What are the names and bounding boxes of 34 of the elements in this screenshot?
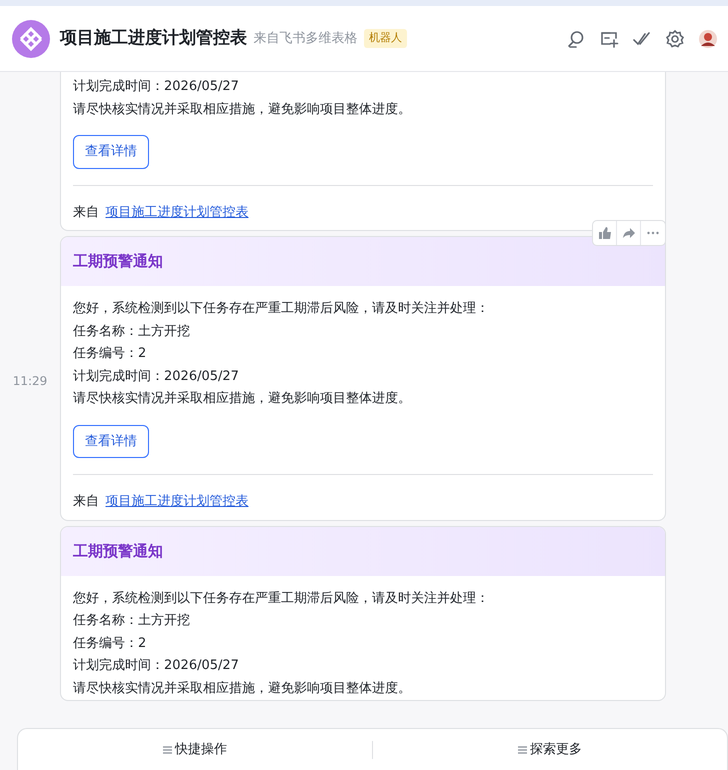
details-button[interactable]: 查看详情	[73, 424, 149, 458]
source-label: 来自	[73, 204, 99, 222]
source-link[interactable]: 项目施工进度计划管控表	[106, 492, 248, 512]
source-link[interactable]: 项目施工进度计划管控表	[106, 202, 248, 222]
message-line: 任务名称：土方开挖	[73, 322, 191, 340]
share-arrow-icon[interactable]	[622, 226, 636, 240]
thumbs-up-icon[interactable]	[598, 226, 612, 240]
message-line: 任务名称：土方开挖	[73, 612, 191, 630]
bottom-bar-button[interactable]: 探索更多	[373, 738, 727, 760]
message-line: 任务编号：2	[73, 345, 148, 363]
message-line: 请尽快核实情况并采取相应措施，避免影响项目整体进度。	[73, 680, 412, 698]
details-button[interactable]: 查看详情	[73, 135, 149, 168]
card-title: 工期预警通知	[61, 237, 665, 286]
settings-icon[interactable]	[665, 28, 685, 48]
search-icon[interactable]	[566, 28, 586, 48]
message-line: 任务编号：2	[73, 634, 148, 652]
card-title: 工期预警通知	[61, 526, 665, 576]
chat-subtitle: 来自飞书多维表格	[253, 30, 358, 48]
message-line: 请尽快核实情况并采取相应措施，避免影响项目整体进度。	[73, 100, 412, 118]
bottom-bar-button[interactable]: 快捷操作	[18, 738, 372, 760]
chat-title: 项目施工进度计划管控表	[60, 26, 247, 50]
source-label: 来自	[73, 493, 99, 511]
menu-icon	[163, 744, 172, 754]
message-line: 计划完成时间：2026/05/27	[73, 368, 240, 386]
app-logo-icon	[12, 20, 50, 58]
message-line: 请尽快核实情况并采取相应措施，避免影响项目整体进度。	[73, 390, 412, 408]
avatar-icon[interactable]	[698, 28, 718, 48]
menu-icon	[518, 744, 527, 754]
message-line: 计划完成时间：2026/05/27	[73, 78, 240, 96]
message-time: 11:29	[12, 372, 48, 390]
message-line: 您好，系统检测到以下任务存在严重工期滞后风险，请及时关注并处理：	[73, 590, 490, 608]
message-line: 计划完成时间：2026/05/27	[73, 657, 240, 675]
message-line: 您好，系统检测到以下任务存在严重工期滞后风险，请及时关注并处理：	[73, 300, 490, 318]
bot-tag: 机器人	[364, 29, 407, 48]
